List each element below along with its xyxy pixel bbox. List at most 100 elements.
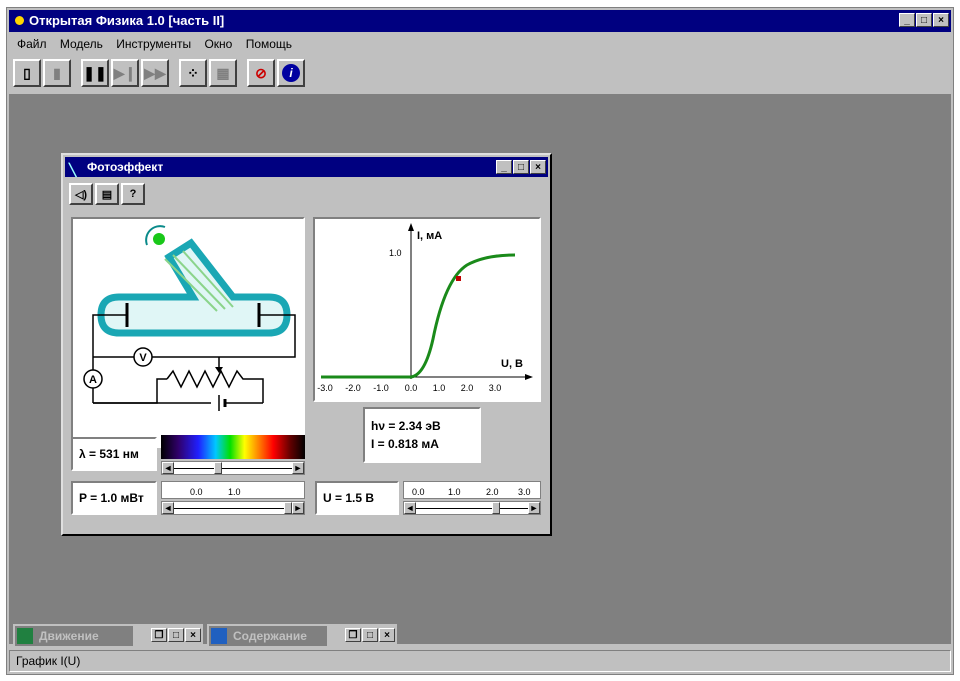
- pause-button[interactable]: ❚❚: [81, 59, 109, 87]
- menu-file[interactable]: Файл: [17, 37, 47, 51]
- close-book-button[interactable]: ▮: [43, 59, 71, 87]
- menu-bar: Файл Модель Инструменты Окно Помощь: [9, 34, 951, 54]
- close-button[interactable]: ×: [185, 628, 201, 642]
- child-maximize-button[interactable]: □: [513, 160, 529, 174]
- photocell-circuit: V A: [83, 225, 296, 411]
- step-icon: ▶❙: [113, 64, 137, 81]
- pause-icon: ❚❚: [83, 64, 107, 81]
- sound-off-button[interactable]: ⊘: [247, 59, 275, 87]
- status-text: График I(U): [16, 654, 81, 668]
- x-tick: 1.0: [433, 383, 446, 393]
- scale-label: 1.0: [448, 487, 461, 497]
- x-tick: -1.0: [373, 383, 389, 393]
- grid-icon: ▦: [216, 64, 230, 81]
- voltage-slider[interactable]: ◄ ►: [403, 501, 541, 515]
- close-button[interactable]: ×: [933, 13, 949, 27]
- voltage-thumb[interactable]: [492, 502, 500, 514]
- wavelength-slider[interactable]: ◄ ►: [161, 461, 305, 475]
- power-thumb[interactable]: [284, 502, 292, 514]
- status-bar: График I(U): [9, 650, 951, 672]
- close-button[interactable]: ×: [379, 628, 395, 642]
- wavelength-field: λ = 531 нм: [71, 437, 157, 471]
- child-minimize-button[interactable]: _: [496, 160, 512, 174]
- right-arrow-icon[interactable]: ►: [292, 502, 304, 514]
- left-arrow-icon[interactable]: ◄: [404, 502, 416, 514]
- mdi-desktop: ╲ Фотоэффект _ □ × ◁) ▤ ? V A I, мА 1.0 …: [9, 94, 951, 648]
- no-sound-icon: ⊘: [255, 64, 267, 81]
- x-tick: 2.0: [461, 383, 474, 393]
- scale-label: 2.0: [486, 487, 499, 497]
- voltage-field: U = 1.5 В: [315, 481, 399, 515]
- app-title-bar[interactable]: Открытая Физика 1.0 [часть II] _ □ ×: [9, 10, 951, 32]
- scale-label: 1.0: [228, 487, 241, 497]
- photoeffect-title-bar[interactable]: ╲ Фотоэффект _ □ ×: [65, 157, 548, 177]
- minimize-button[interactable]: _: [899, 13, 915, 27]
- photon-readout: hν = 2.34 эВ I = 0.818 мА: [363, 407, 481, 463]
- minimized-title: Движение: [39, 629, 99, 643]
- iu-graph: I, мА 1.0 U, B -3.0 -2.0 -1.0 0.0 1.0 2.…: [317, 223, 533, 393]
- sound-button[interactable]: ◁): [69, 183, 93, 205]
- right-arrow-icon[interactable]: ►: [528, 502, 540, 514]
- power-value: P = 1.0 мВт: [79, 491, 144, 505]
- circuit-panel: V A: [71, 217, 305, 448]
- open-book-button[interactable]: ▯: [13, 59, 41, 87]
- y-axis-arrow: [408, 223, 414, 231]
- y-axis-label: I, мА: [417, 230, 442, 242]
- child-close-button[interactable]: ×: [530, 160, 546, 174]
- model-icon: [17, 628, 33, 644]
- graph-panel: I, мА 1.0 U, B -3.0 -2.0 -1.0 0.0 1.0 2.…: [313, 217, 541, 402]
- scale-label: 0.0: [190, 487, 203, 497]
- minimized-title: Содержание: [233, 629, 307, 643]
- book-closed-icon: ▮: [53, 64, 61, 81]
- ammeter-label: A: [89, 374, 97, 386]
- maximize-button[interactable]: □: [916, 13, 932, 27]
- dots-button[interactable]: ⁘: [179, 59, 207, 87]
- x-axis-arrow: [525, 374, 533, 380]
- dots-icon: ⁘: [187, 64, 199, 81]
- x-tick: -3.0: [317, 383, 333, 393]
- left-arrow-icon[interactable]: ◄: [162, 502, 174, 514]
- x-axis-label: U, B: [501, 358, 523, 370]
- restore-button[interactable]: ❐: [151, 628, 167, 642]
- power-slider[interactable]: ◄ ►: [161, 501, 305, 515]
- grid-button[interactable]: ▦: [209, 59, 237, 87]
- photocurrent: I = 0.818 мА: [371, 437, 439, 451]
- main-toolbar: ▯ ▮ ❚❚ ▶❙ ▶▶ ⁘ ▦ ⊘ i: [13, 58, 305, 88]
- model-icon: ╲: [69, 163, 77, 177]
- power-scale: 0.0 1.0: [161, 481, 305, 499]
- step-button[interactable]: ▶❙: [111, 59, 139, 87]
- info-icon: i: [282, 64, 300, 82]
- photoeffect-window: ╲ Фотоэффект _ □ × ◁) ▤ ? V A I, мА 1.0 …: [61, 153, 552, 536]
- minimized-window-motion[interactable]: Движение ❐ □ ×: [13, 624, 203, 648]
- voltage-scale: 0.0 1.0 2.0 3.0: [403, 481, 541, 499]
- model-icon: [211, 628, 227, 644]
- light-source: [153, 233, 165, 245]
- maximize-button[interactable]: □: [362, 628, 378, 642]
- speaker-icon: ◁): [74, 188, 88, 201]
- app-icon: [15, 16, 24, 25]
- left-arrow-icon[interactable]: ◄: [162, 462, 174, 474]
- child-toolbar: ◁) ▤ ?: [69, 183, 145, 205]
- page-button[interactable]: ▤: [95, 183, 119, 205]
- wire: [93, 378, 167, 404]
- y-tick-label: 1.0: [389, 248, 402, 258]
- menu-tools[interactable]: Инструменты: [116, 37, 191, 51]
- menu-help[interactable]: Помощь: [246, 37, 292, 51]
- voltmeter-label: V: [139, 352, 147, 364]
- scale-label: 3.0: [518, 487, 531, 497]
- power-field: P = 1.0 мВт: [71, 481, 157, 515]
- menu-window[interactable]: Окно: [204, 37, 232, 51]
- spectrum-bar: [161, 435, 305, 459]
- info-button[interactable]: i: [277, 59, 305, 87]
- maximize-button[interactable]: □: [168, 628, 184, 642]
- right-arrow-icon[interactable]: ►: [292, 462, 304, 474]
- minimized-window-contents[interactable]: Содержание ❐ □ ×: [207, 624, 397, 648]
- voltage-value: U = 1.5 В: [323, 491, 375, 505]
- restore-button[interactable]: ❐: [345, 628, 361, 642]
- help-button[interactable]: ?: [121, 183, 145, 205]
- play-button[interactable]: ▶▶: [141, 59, 169, 87]
- wavelength-thumb[interactable]: [214, 462, 222, 474]
- x-tick: -2.0: [345, 383, 361, 393]
- menu-model[interactable]: Модель: [60, 37, 103, 51]
- photon-energy: hν = 2.34 эВ: [371, 419, 441, 433]
